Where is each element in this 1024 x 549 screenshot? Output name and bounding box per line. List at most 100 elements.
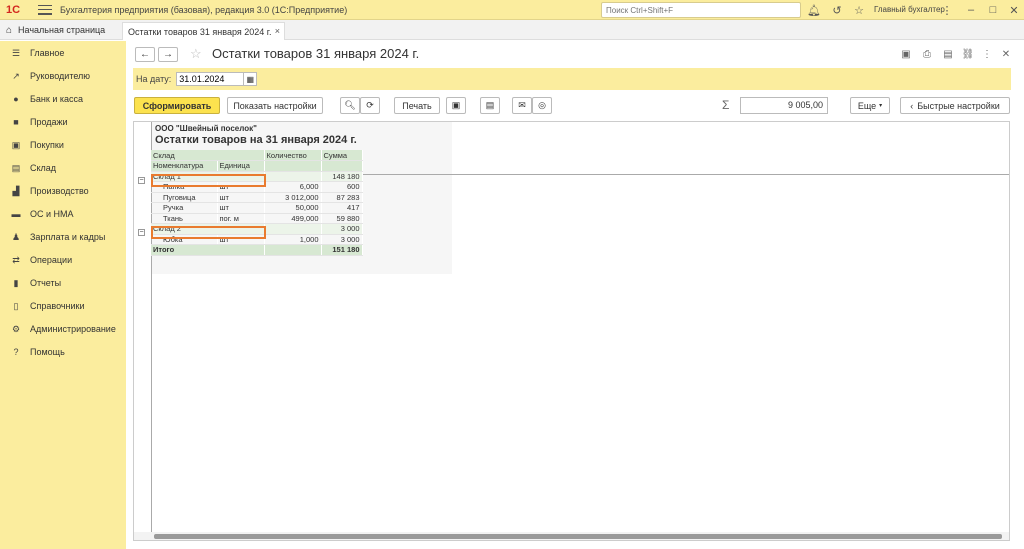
clip-icon: ◎ bbox=[538, 100, 546, 110]
sidebar-item-references[interactable]: ▯ Справочники bbox=[0, 296, 126, 316]
table-header-row: Склад Количество Сумма bbox=[151, 150, 363, 161]
header-empty bbox=[264, 160, 322, 172]
sidebar-item-bank[interactable]: ● Банк и касса bbox=[0, 89, 126, 109]
parameters-bar: На дату: ▦ bbox=[133, 68, 1011, 90]
header-item: Номенклатура bbox=[151, 160, 218, 172]
sidebar-item-sales[interactable]: ■ Продажи bbox=[0, 112, 126, 132]
bell-icon[interactable]: 🔔︎ bbox=[807, 3, 821, 17]
total-qty bbox=[264, 244, 322, 256]
people-icon: ♟ bbox=[11, 231, 21, 242]
cell-sum: 417 bbox=[321, 202, 363, 214]
table-row[interactable]: Ручка шт 50,000 417 bbox=[151, 202, 363, 214]
truck-icon: ▬ bbox=[11, 209, 21, 219]
sidebar-item-production[interactable]: ▟ Производство bbox=[0, 181, 126, 201]
table-header-row: Номенклатура Единица bbox=[151, 160, 363, 172]
tab-home-label: Начальная страница bbox=[18, 25, 106, 35]
total-sum: 151 180 bbox=[321, 244, 363, 256]
sidebar-item-admin[interactable]: ⚙ Администрирование bbox=[0, 319, 126, 339]
main-menu-icon[interactable] bbox=[38, 4, 52, 15]
cell-item: Ручка bbox=[151, 202, 218, 214]
sidebar-item-label: Продажи bbox=[30, 117, 68, 127]
sidebar-item-main[interactable]: ☰ Главное bbox=[0, 43, 126, 63]
report-table: Склад Количество Сумма Номенклатура Един… bbox=[151, 150, 363, 256]
close-tab-icon[interactable]: × bbox=[275, 26, 280, 36]
sidebar-item-label: Склад bbox=[30, 163, 57, 173]
cell-sum: 600 bbox=[321, 181, 363, 193]
sidebar-item-purchases[interactable]: ▣ Покупки bbox=[0, 135, 126, 155]
close-form-icon[interactable]: ✕ bbox=[1000, 48, 1012, 60]
cell-qty: 3 012,000 bbox=[264, 192, 322, 203]
more-dots-icon[interactable]: ⋮ bbox=[981, 48, 993, 60]
collapse-group-2-icon[interactable]: − bbox=[138, 229, 145, 236]
save-button[interactable]: ▤ bbox=[480, 97, 500, 114]
arrow-right-icon: → bbox=[163, 49, 173, 60]
print-icon[interactable]: ⎙ bbox=[921, 48, 933, 60]
link-icon[interactable]: ⛓ bbox=[962, 48, 975, 60]
cell-qty: 499,000 bbox=[264, 213, 322, 224]
app-title: Бухгалтерия предприятия (базовая), редак… bbox=[60, 4, 348, 15]
sidebar-item-label: ОС и НМА bbox=[30, 209, 74, 219]
email-button[interactable]: ✉ bbox=[512, 97, 532, 114]
cart-icon: ▣ bbox=[11, 139, 21, 150]
search-report-button[interactable]: 🔍︎ bbox=[340, 97, 360, 114]
quick-settings-button[interactable]: ‹ Быстрые настройки bbox=[900, 97, 1010, 114]
sidebar-item-warehouse[interactable]: ▤ Склад bbox=[0, 158, 126, 178]
vertical-scrollbar[interactable] bbox=[1009, 122, 1010, 540]
warehouse-icon: ▤ bbox=[11, 162, 21, 173]
sidebar-item-payroll[interactable]: ♟ Зарплата и кадры bbox=[0, 227, 126, 247]
settings-dots-icon[interactable]: ⋮ bbox=[940, 3, 954, 17]
close-window-icon[interactable]: ✕ bbox=[1007, 3, 1021, 17]
user-name[interactable]: Главный бухгалтер bbox=[874, 5, 945, 14]
cell-qty: 6,000 bbox=[264, 181, 322, 193]
calendar-icon[interactable]: ▦ bbox=[244, 72, 258, 86]
table-row[interactable]: Пуговица шт 3 012,000 87 283 bbox=[151, 192, 363, 203]
search-input[interactable] bbox=[606, 5, 786, 15]
group-sum: 3 000 bbox=[321, 223, 363, 235]
sidebar-item-label: Банк и касса bbox=[30, 94, 83, 104]
maximize-icon[interactable]: □ bbox=[986, 3, 1000, 17]
table-row[interactable]: Ткань пог. м 499,000 59 880 bbox=[151, 213, 363, 224]
minimize-icon[interactable]: – bbox=[964, 3, 978, 17]
preview-icon[interactable]: ▤ bbox=[942, 48, 954, 60]
sidebar-item-assets[interactable]: ▬ ОС и НМА bbox=[0, 204, 126, 224]
sum-field[interactable]: 9 005,00 bbox=[740, 97, 828, 114]
back-button[interactable]: ← bbox=[135, 47, 155, 62]
arrow-left-icon: ← bbox=[140, 49, 150, 60]
cell-sum: 3 000 bbox=[321, 234, 363, 245]
horizontal-scroll-thumb[interactable] bbox=[154, 534, 1002, 539]
sidebar-item-reports[interactable]: ▮ Отчеты bbox=[0, 273, 126, 293]
attach-button[interactable]: ◎ bbox=[532, 97, 552, 114]
show-settings-button[interactable]: Показать настройки bbox=[227, 97, 323, 114]
date-field[interactable] bbox=[176, 72, 245, 86]
sidebar-item-label: Справочники bbox=[30, 301, 85, 311]
forward-button[interactable]: → bbox=[158, 47, 178, 62]
report-area[interactable]: ООО "Швейный поселок" Остатки товаров на… bbox=[133, 121, 1010, 541]
search-next-button[interactable]: ⟳ bbox=[360, 97, 380, 114]
total-row[interactable]: Итого 151 180 bbox=[151, 244, 363, 256]
search-box[interactable] bbox=[601, 2, 801, 18]
bag-icon: ■ bbox=[13, 117, 19, 127]
sidebar-item-help[interactable]: ? Помощь bbox=[0, 342, 126, 362]
tab-report[interactable]: Остатки товаров 31 января 2024 г. × bbox=[122, 22, 285, 40]
header-sum: Сумма bbox=[321, 150, 363, 161]
sidebar-item-label: Покупки bbox=[30, 140, 64, 150]
more-button[interactable]: Еще ▾ bbox=[850, 97, 890, 114]
main-panel: ← → ☆ Остатки товаров 31 января 2024 г. … bbox=[126, 41, 1024, 549]
history-icon[interactable]: ↺ bbox=[830, 3, 844, 17]
quick-settings-label: Быстрые настройки bbox=[917, 100, 1000, 111]
group-qty bbox=[264, 171, 322, 182]
save-icon[interactable]: ▣ bbox=[900, 48, 912, 60]
tab-home[interactable]: ⌂ Начальная страница bbox=[0, 20, 120, 40]
collapse-group-1-icon[interactable]: − bbox=[138, 177, 145, 184]
sidebar-item-label: Производство bbox=[30, 186, 89, 196]
sidebar-item-operations[interactable]: ⇄ Операции bbox=[0, 250, 126, 270]
preview-magnifier-icon: ▣ bbox=[451, 100, 461, 110]
preview-button[interactable]: ▣ bbox=[446, 97, 466, 114]
print-button[interactable]: Печать bbox=[394, 97, 440, 114]
favorite-star-icon[interactable]: ☆ bbox=[190, 46, 202, 62]
sidebar-item-label: Операции bbox=[30, 255, 73, 265]
chart-icon: ▮ bbox=[13, 277, 19, 288]
favorites-star-icon[interactable]: ☆ bbox=[852, 3, 866, 17]
sidebar-item-manager[interactable]: ↗ Руководителю bbox=[0, 66, 126, 86]
generate-button[interactable]: Сформировать bbox=[134, 97, 220, 114]
